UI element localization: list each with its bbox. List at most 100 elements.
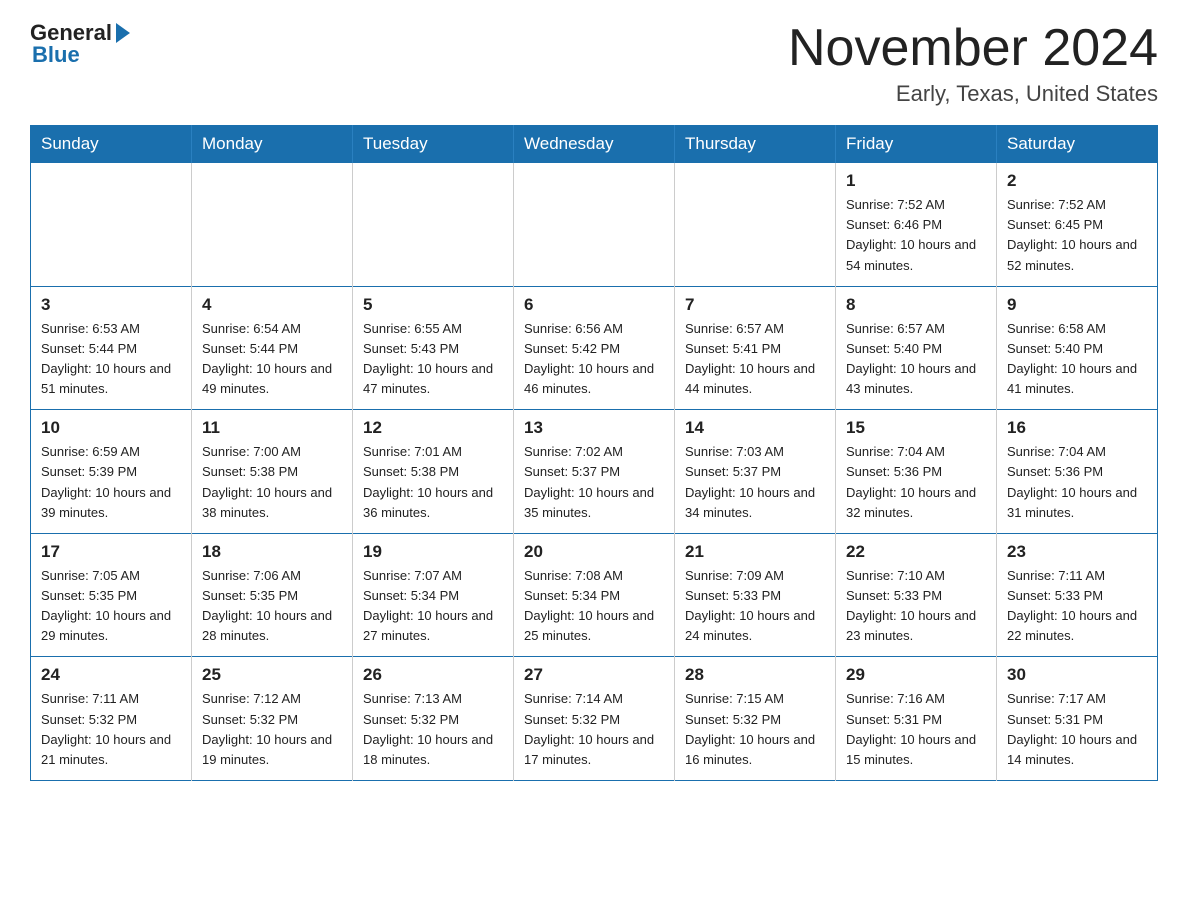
day-info: Sunrise: 7:08 AMSunset: 5:34 PMDaylight:… [524,566,664,647]
day-number: 21 [685,542,825,562]
day-number: 4 [202,295,342,315]
calendar-week-row: 24 Sunrise: 7:11 AMSunset: 5:32 PMDayligh… [31,657,1158,781]
calendar-cell: 12 Sunrise: 7:01 AMSunset: 5:38 PMDayligh… [353,410,514,534]
day-number: 9 [1007,295,1147,315]
calendar-cell: 26Sunrise: 7:13 AMSunset: 5:32 PMDayligh… [353,657,514,781]
day-number: 13 [524,418,664,438]
day-number: 12 [363,418,503,438]
day-number: 24 [41,665,181,685]
day-number: 11 [202,418,342,438]
day-number: 28 [685,665,825,685]
day-info: Sunrise: 6:54 AMSunset: 5:44 PMDaylight:… [202,319,342,400]
day-info: Sunrise: 7:16 AMSunset: 5:31 PMDaylight:… [846,689,986,770]
calendar-header-row: SundayMondayTuesdayWednesdayThursdayFrid… [31,126,1158,163]
calendar-cell [31,163,192,287]
day-info: Sunrise: 6:53 AMSunset: 5:44 PMDaylight:… [41,319,181,400]
day-number: 26 [363,665,503,685]
day-number: 15 [846,418,986,438]
day-info: Sunrise: 7:52 AMSunset: 6:45 PMDaylight:… [1007,195,1147,276]
calendar-cell: 20 Sunrise: 7:08 AMSunset: 5:34 PMDayligh… [514,533,675,657]
day-number: 5 [363,295,503,315]
day-info: Sunrise: 7:02 AMSunset: 5:37 PMDaylight:… [524,442,664,523]
calendar-week-row: 10 Sunrise: 6:59 AMSunset: 5:39 PMDayligh… [31,410,1158,534]
calendar-cell: 19Sunrise: 7:07 AMSunset: 5:34 PMDayligh… [353,533,514,657]
logo: General Blue [30,20,130,68]
day-info: Sunrise: 7:03 AMSunset: 5:37 PMDaylight:… [685,442,825,523]
day-number: 17 [41,542,181,562]
day-number: 18 [202,542,342,562]
day-info: Sunrise: 7:11 AMSunset: 5:32 PMDaylight:… [41,689,181,770]
location-text: Early, Texas, United States [788,81,1158,107]
day-number: 29 [846,665,986,685]
day-number: 30 [1007,665,1147,685]
day-info: Sunrise: 7:01 AMSunset: 5:38 PMDaylight:… [363,442,503,523]
day-info: Sunrise: 7:52 AMSunset: 6:46 PMDaylight:… [846,195,986,276]
calendar-cell: 9 Sunrise: 6:58 AMSunset: 5:40 PMDaylight… [997,286,1158,410]
day-info: Sunrise: 7:17 AMSunset: 5:31 PMDaylight:… [1007,689,1147,770]
logo-arrow-icon [116,23,130,43]
day-info: Sunrise: 6:56 AMSunset: 5:42 PMDaylight:… [524,319,664,400]
month-title: November 2024 [788,20,1158,77]
day-info: Sunrise: 7:06 AMSunset: 5:35 PMDaylight:… [202,566,342,647]
weekday-header-saturday: Saturday [997,126,1158,163]
calendar-cell: 13 Sunrise: 7:02 AMSunset: 5:37 PMDayligh… [514,410,675,534]
weekday-header-friday: Friday [836,126,997,163]
calendar-cell: 21Sunrise: 7:09 AMSunset: 5:33 PMDayligh… [675,533,836,657]
calendar-cell: 24 Sunrise: 7:11 AMSunset: 5:32 PMDayligh… [31,657,192,781]
calendar-cell: 3 Sunrise: 6:53 AMSunset: 5:44 PMDaylight… [31,286,192,410]
day-info: Sunrise: 6:57 AMSunset: 5:41 PMDaylight:… [685,319,825,400]
day-info: Sunrise: 7:04 AMSunset: 5:36 PMDaylight:… [1007,442,1147,523]
day-info: Sunrise: 6:58 AMSunset: 5:40 PMDaylight:… [1007,319,1147,400]
calendar-cell: 25Sunrise: 7:12 AMSunset: 5:32 PMDayligh… [192,657,353,781]
day-number: 27 [524,665,664,685]
weekday-header-wednesday: Wednesday [514,126,675,163]
day-info: Sunrise: 7:10 AMSunset: 5:33 PMDaylight:… [846,566,986,647]
calendar-cell: 18 Sunrise: 7:06 AMSunset: 5:35 PMDayligh… [192,533,353,657]
weekday-header-tuesday: Tuesday [353,126,514,163]
day-number: 10 [41,418,181,438]
calendar-table: SundayMondayTuesdayWednesdayThursdayFrid… [30,125,1158,781]
day-number: 19 [363,542,503,562]
calendar-cell: 14Sunrise: 7:03 AMSunset: 5:37 PMDayligh… [675,410,836,534]
day-info: Sunrise: 7:14 AMSunset: 5:32 PMDaylight:… [524,689,664,770]
calendar-cell: 8 Sunrise: 6:57 AMSunset: 5:40 PMDaylight… [836,286,997,410]
calendar-cell: 28 Sunrise: 7:15 AMSunset: 5:32 PMDayligh… [675,657,836,781]
day-info: Sunrise: 6:57 AMSunset: 5:40 PMDaylight:… [846,319,986,400]
calendar-cell: 7 Sunrise: 6:57 AMSunset: 5:41 PMDaylight… [675,286,836,410]
calendar-cell: 10 Sunrise: 6:59 AMSunset: 5:39 PMDayligh… [31,410,192,534]
day-info: Sunrise: 7:05 AMSunset: 5:35 PMDaylight:… [41,566,181,647]
calendar-cell: 6 Sunrise: 6:56 AMSunset: 5:42 PMDaylight… [514,286,675,410]
day-number: 20 [524,542,664,562]
calendar-cell: 15 Sunrise: 7:04 AMSunset: 5:36 PMDayligh… [836,410,997,534]
calendar-cell [675,163,836,287]
title-block: November 2024 Early, Texas, United State… [788,20,1158,107]
day-number: 8 [846,295,986,315]
calendar-week-row: 1 Sunrise: 7:52 AMSunset: 6:46 PMDaylight… [31,163,1158,287]
weekday-header-thursday: Thursday [675,126,836,163]
calendar-cell [192,163,353,287]
calendar-cell: 30 Sunrise: 7:17 AMSunset: 5:31 PMDayligh… [997,657,1158,781]
day-number: 3 [41,295,181,315]
calendar-cell: 27 Sunrise: 7:14 AMSunset: 5:32 PMDayligh… [514,657,675,781]
calendar-cell [353,163,514,287]
day-number: 23 [1007,542,1147,562]
day-info: Sunrise: 6:55 AMSunset: 5:43 PMDaylight:… [363,319,503,400]
day-number: 2 [1007,171,1147,191]
day-info: Sunrise: 7:11 AMSunset: 5:33 PMDaylight:… [1007,566,1147,647]
day-number: 6 [524,295,664,315]
calendar-cell: 16Sunrise: 7:04 AMSunset: 5:36 PMDayligh… [997,410,1158,534]
day-number: 1 [846,171,986,191]
calendar-cell: 5 Sunrise: 6:55 AMSunset: 5:43 PMDaylight… [353,286,514,410]
calendar-cell: 11Sunrise: 7:00 AMSunset: 5:38 PMDayligh… [192,410,353,534]
calendar-cell: 22Sunrise: 7:10 AMSunset: 5:33 PMDayligh… [836,533,997,657]
calendar-week-row: 3 Sunrise: 6:53 AMSunset: 5:44 PMDaylight… [31,286,1158,410]
page-header: General Blue November 2024 Early, Texas,… [30,20,1158,107]
calendar-cell [514,163,675,287]
logo-blue-text: Blue [30,42,80,68]
day-info: Sunrise: 6:59 AMSunset: 5:39 PMDaylight:… [41,442,181,523]
calendar-week-row: 17 Sunrise: 7:05 AMSunset: 5:35 PMDayligh… [31,533,1158,657]
day-info: Sunrise: 7:04 AMSunset: 5:36 PMDaylight:… [846,442,986,523]
day-info: Sunrise: 7:15 AMSunset: 5:32 PMDaylight:… [685,689,825,770]
weekday-header-sunday: Sunday [31,126,192,163]
day-number: 7 [685,295,825,315]
